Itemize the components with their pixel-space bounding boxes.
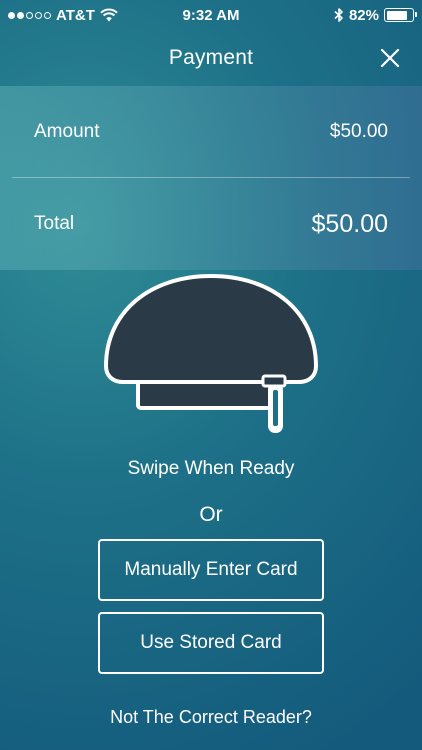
total-row: Total $50.00 <box>0 178 422 270</box>
signal-strength-icon <box>8 11 51 19</box>
battery-icon <box>384 8 417 22</box>
wifi-icon <box>100 8 118 22</box>
close-button[interactable] <box>374 42 406 74</box>
amount-value: $50.00 <box>329 121 388 142</box>
use-stored-card-button[interactable]: Use Stored Card <box>98 612 324 674</box>
amount-row: Amount $50.00 <box>0 86 422 178</box>
or-separator: Or <box>199 503 223 526</box>
battery-percent: 82% <box>348 6 379 24</box>
close-icon <box>380 48 400 68</box>
swipe-instruction: Swipe When Ready <box>127 458 295 479</box>
payment-summary: Amount $50.00 Total $50.00 <box>0 86 422 270</box>
page-title: Payment <box>168 46 254 69</box>
bluetooth-icon <box>334 8 343 22</box>
card-reader-icon <box>103 273 319 433</box>
status-bar: AT&T 9:32 AM 82% <box>0 0 422 30</box>
manually-enter-card-button[interactable]: Manually Enter Card <box>98 539 324 601</box>
carrier-name: AT&T <box>56 6 95 24</box>
status-right: 82% <box>334 6 417 24</box>
wrong-reader-link[interactable]: Not The Correct Reader? <box>0 707 422 728</box>
amount-label: Amount <box>34 121 100 142</box>
status-left: AT&T <box>8 7 118 24</box>
battery-fill <box>386 10 407 20</box>
nav-bar: Payment <box>0 30 422 86</box>
total-value: $50.00 <box>311 209 388 238</box>
total-label: Total <box>34 213 75 234</box>
